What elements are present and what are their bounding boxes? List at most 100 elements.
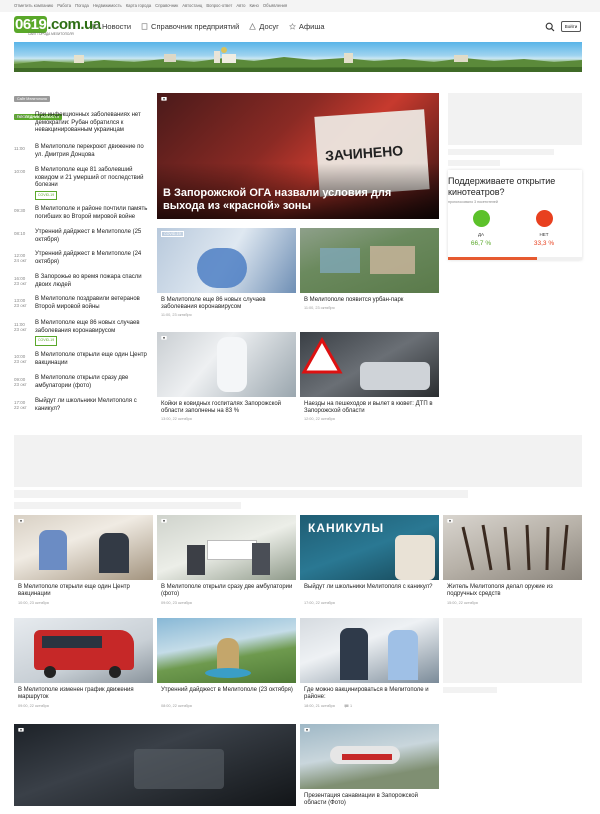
card-title[interactable]: Где можно вакцинироваться в Мелитополе и… [304, 687, 437, 702]
news-time: 13:00 [14, 114, 26, 119]
card-title[interactable]: В Мелитополе еще 86 новых случаев заболе… [161, 297, 294, 312]
news-time: 13:00 23 окт [14, 298, 27, 308]
card-title[interactable]: В Мелитополе изменен график движения мар… [18, 687, 151, 702]
news-title-text[interactable]: В Мелитополе еще 86 новых случаев заболе… [35, 320, 140, 334]
news-title[interactable]: Утренний дайджест в Мелитополе (25 октяб… [35, 229, 148, 244]
news-title[interactable]: В Мелитополе перекроют движение по ул. Д… [35, 144, 148, 159]
news-time: 12:00 24 окт [14, 253, 27, 263]
news-card[interactable]: Где можно вакцинироваться в Мелитополе и… [300, 618, 439, 713]
camera-icon [447, 519, 453, 523]
nav-news[interactable]: Новости [92, 22, 131, 31]
top-link[interactable]: Справочник [155, 3, 178, 8]
weapons-image [461, 524, 569, 571]
top-link[interactable]: Авто [236, 3, 245, 8]
hero-card[interactable]: ЗАЧИНЕНО В Запорожской ОГА назвали услов… [157, 93, 439, 219]
top-link[interactable]: Погода [75, 3, 89, 8]
top-link[interactable]: Карта города [126, 3, 151, 8]
text-placeholder [14, 502, 241, 509]
top-links: Отметить компанию Работа Погода Недвижим… [14, 3, 287, 8]
news-title[interactable]: В Мелитополе еще 81 заболевший ковидом и… [35, 167, 148, 200]
news-title[interactable]: Утренний дайджест в Мелитополе (24 октяб… [35, 251, 148, 266]
card-image [14, 724, 296, 806]
city-tag[interactable]: Сайт Мелитополя [14, 96, 50, 102]
top-link[interactable]: Вопрос-ответ [206, 3, 232, 8]
nav-label: Афиша [298, 22, 325, 31]
top-link[interactable]: Работа [57, 3, 71, 8]
poll-widget: Поддерживаете открытие кинотеатров? прог… [448, 170, 582, 260]
card-title[interactable]: В Мелитополе открыли еще один Центр вакц… [18, 584, 151, 599]
book-icon [141, 23, 148, 30]
search-icon[interactable] [545, 22, 555, 32]
card-title[interactable]: Наезды на пешеходов и вылет в кювет: ДТП… [304, 401, 437, 416]
news-card[interactable]: Утренний дайджест в Мелитополе (23 октяб… [157, 618, 296, 713]
covid-badge[interactable]: COVID-19 [35, 190, 58, 200]
site-logo[interactable]: 0619.com.ua САЙТ ГОРОДА МЕЛИТОПОЛЯ [14, 16, 101, 38]
news-card[interactable]: Презентация санавиации в Запорожской обл… [300, 724, 439, 809]
news-title[interactable]: В Мелитополе еще 86 новых случаев заболе… [35, 320, 148, 346]
card-date: 11:00, 23 октября [161, 313, 192, 317]
card-title[interactable]: Утренний дайджест в Мелитополе (23 октяб… [161, 687, 294, 694]
nav-directory[interactable]: Справочник предприятий [141, 22, 239, 31]
news-card[interactable]: КАНИКУЛЫ Выйдут ли школьники Мелитополя … [300, 515, 439, 610]
star-icon [288, 23, 296, 30]
news-title[interactable]: В Запорожье во время пожара спасли двоих… [35, 274, 148, 289]
card-date: 15:00, 22 октября [447, 601, 478, 605]
card-image [443, 515, 582, 580]
poll-option-yes[interactable]: ДА 66,7 % [461, 210, 501, 247]
news-card[interactable]: В Мелитополе изменен график движения мар… [14, 618, 153, 713]
card-image [157, 515, 296, 580]
news-card[interactable]: Койки в ковидных госпиталях Запорожской … [157, 332, 296, 422]
text-placeholder [448, 149, 554, 155]
news-card[interactable]: Наезды на пешеходов и вылет в кювет: ДТП… [300, 332, 439, 422]
camera-icon [161, 97, 167, 101]
news-card[interactable]: В Мелитополе открыли сразу две амбулатор… [157, 515, 296, 610]
card-title[interactable]: В Мелитополе открыли сразу две амбулатор… [161, 584, 294, 599]
login-button[interactable]: Войти [561, 21, 581, 32]
news-title[interactable]: В Мелитополе поздравили ветеранов Второй… [35, 296, 148, 311]
poll-no-label: НЕТ [539, 232, 549, 237]
covid-badge[interactable]: COVID-19 [161, 231, 184, 237]
poll-result-fill [448, 257, 538, 260]
news-title[interactable]: В Мелитополе открыли сразу две амбулатор… [35, 375, 148, 390]
top-link[interactable]: Отметить компанию [14, 3, 53, 8]
hero-title[interactable]: В Запорожской ОГА назвали условия для вы… [163, 187, 433, 213]
poll-result-bar [448, 257, 582, 260]
card-date: 17:00, 22 октября [304, 601, 335, 605]
card-image [14, 618, 153, 683]
news-title[interactable]: В Мелитополе и районе почтили память пог… [35, 206, 148, 221]
poll-option-no[interactable]: НЕТ 33,3 % [524, 210, 564, 247]
camera-icon [18, 728, 24, 732]
poll-no-button[interactable] [535, 210, 553, 227]
card-title[interactable]: Житель Мелитополя делал оружие из подруч… [447, 584, 580, 599]
poll-yes-button[interactable] [472, 210, 490, 227]
covid-badge[interactable]: COVID-19 [35, 336, 58, 346]
news-time: 17:00 22 окт [14, 400, 27, 410]
top-link[interactable]: Объявления [263, 3, 287, 8]
news-time: 10:00 23 окт [14, 354, 27, 364]
poll-no-percent: 33,3 % [533, 240, 555, 247]
top-link[interactable]: Кино [249, 3, 258, 8]
news-card[interactable]: Житель Мелитополя делал оружие из подруч… [443, 515, 582, 610]
card-title[interactable]: Презентация санавиации в Запорожской обл… [304, 793, 437, 808]
text-placeholder [448, 160, 500, 166]
news-title[interactable]: Выйдут ли школьники Мелитополя с каникул… [35, 398, 148, 413]
card-title[interactable]: В Мелитополе появится урбан-парк [304, 297, 437, 304]
top-link[interactable]: Недвижимость [93, 3, 122, 8]
nav-events[interactable]: Афиша [288, 22, 325, 31]
card-title[interactable]: Койки в ковидных госпиталях Запорожской … [161, 401, 294, 416]
card-title[interactable]: Выйдут ли школьники Мелитополя с каникул… [304, 584, 437, 591]
top-link[interactable]: Автостанц [182, 3, 202, 8]
news-title[interactable]: В Мелитополе открыли еще один Центр вакц… [35, 352, 148, 367]
card-date: 11:00, 23 октября [304, 306, 335, 310]
comment-icon [344, 704, 349, 708]
nav-leisure[interactable]: Досуг [249, 22, 279, 31]
news-title[interactable]: При инфекционных заболеваниях нет демокр… [35, 112, 148, 135]
news-card[interactable]: В Мелитополе появится урбан-парк 11:00, … [300, 228, 439, 318]
news-card[interactable] [14, 724, 296, 806]
news-card[interactable]: COVID-19 В Мелитополе еще 86 новых случа… [157, 228, 296, 318]
news-time: 11:00 23 окт [14, 322, 27, 332]
news-card[interactable]: В Мелитополе открыли еще один Центр вакц… [14, 515, 153, 610]
image-text: КАНИКУЛЫ [308, 521, 385, 535]
news-title-text[interactable]: В Мелитополе еще 81 заболевший ковидом и… [35, 167, 144, 188]
card-image [157, 332, 296, 397]
